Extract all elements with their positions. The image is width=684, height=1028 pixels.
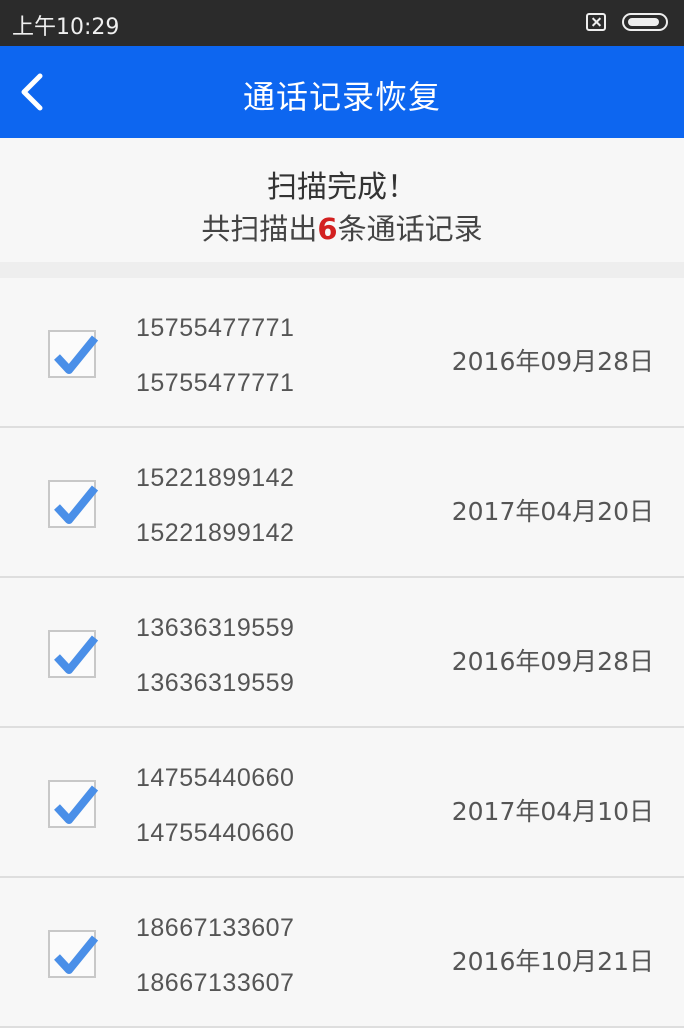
scan-summary: 扫描完成！ 共扫描出6条通话记录 xyxy=(0,138,684,262)
battery-level xyxy=(628,18,659,26)
record-name: 15221899142 xyxy=(136,464,295,492)
record-number: 18667133607 xyxy=(136,969,295,997)
divider xyxy=(0,262,684,278)
call-record-row[interactable]: 15755477771 15755477771 2016年09月28日 xyxy=(0,278,684,428)
record-date: 2016年09月28日 xyxy=(451,647,654,676)
record-number: 15221899142 xyxy=(136,519,295,547)
status-bar: 上午10:29 xyxy=(0,0,684,46)
battery-icon xyxy=(622,13,668,31)
record-checkbox[interactable] xyxy=(48,630,99,678)
count-prefix: 共扫描出 xyxy=(201,212,318,246)
page-title: 通话记录恢复 xyxy=(242,78,441,116)
call-record-list: 15755477771 15755477771 2016年09月28日 1522… xyxy=(0,278,684,1028)
record-checkbox[interactable] xyxy=(48,480,99,528)
record-name: 18667133607 xyxy=(136,914,295,942)
record-checkbox[interactable] xyxy=(48,930,99,978)
record-checkbox[interactable] xyxy=(48,780,99,828)
record-date: 2017年04月10日 xyxy=(451,797,654,826)
no-sim-icon xyxy=(586,13,606,31)
call-record-row[interactable]: 13636319559 13636319559 2016年09月28日 xyxy=(0,578,684,728)
checkmark-icon xyxy=(54,785,99,824)
record-name: 14755440660 xyxy=(136,764,295,792)
record-number: 15755477771 xyxy=(136,369,295,397)
record-name: 15755477771 xyxy=(136,314,295,342)
count-suffix: 条通话记录 xyxy=(337,212,483,246)
record-count: 6 xyxy=(317,212,338,246)
record-date: 2016年10月21日 xyxy=(451,947,654,976)
record-name: 13636319559 xyxy=(136,614,295,642)
scan-count-text: 共扫描出6条通话记录 xyxy=(0,206,684,248)
status-time: 上午10:29 xyxy=(12,15,120,40)
record-date: 2017年04月20日 xyxy=(451,497,654,526)
scan-complete-title: 扫描完成！ xyxy=(267,170,417,205)
call-record-row[interactable]: 15221899142 15221899142 2017年04月20日 xyxy=(0,428,684,578)
checkmark-icon xyxy=(54,635,99,674)
record-number: 13636319559 xyxy=(136,669,295,697)
record-checkbox[interactable] xyxy=(48,330,99,378)
checkmark-icon xyxy=(54,335,99,374)
checkmark-icon xyxy=(54,485,99,524)
app-bar: 通话记录恢复 xyxy=(0,46,684,138)
record-number: 14755440660 xyxy=(136,819,295,847)
record-date: 2016年09月28日 xyxy=(451,347,654,376)
call-record-row[interactable]: 14755440660 14755440660 2017年04月10日 xyxy=(0,728,684,878)
call-record-row[interactable]: 18667133607 18667133607 2016年10月21日 xyxy=(0,878,684,1028)
